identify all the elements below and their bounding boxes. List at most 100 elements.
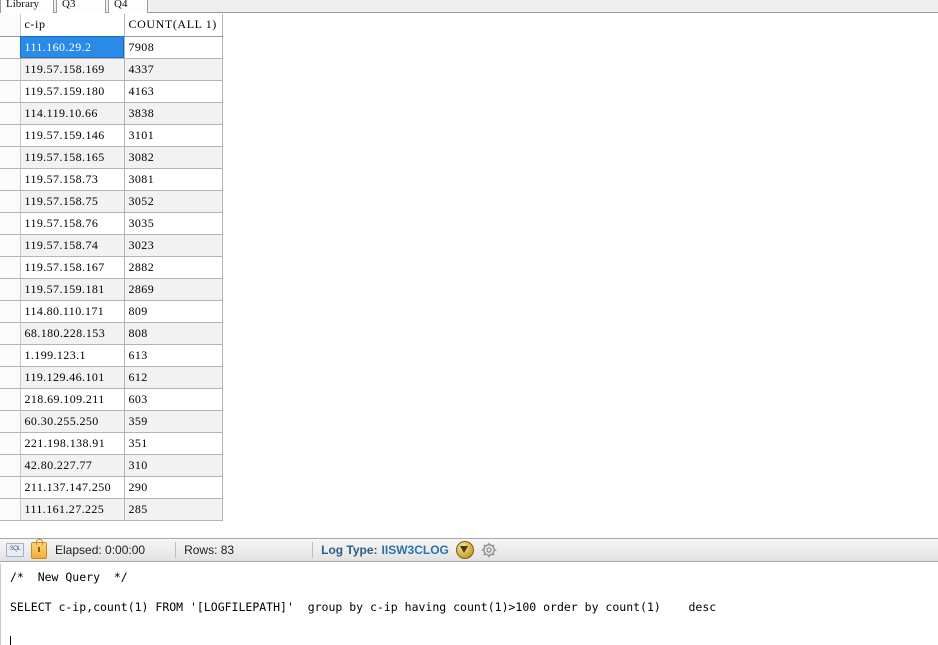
cell-c-ip[interactable]: 68.180.228.153 (20, 322, 125, 345)
cell-c-ip[interactable]: 111.160.29.2 (20, 36, 125, 59)
cell-c-ip[interactable]: 119.57.158.73 (20, 168, 125, 191)
cell-c-ip[interactable]: 119.57.158.74 (20, 234, 125, 257)
row-gutter-cell[interactable] (0, 278, 21, 301)
row-gutter-cell[interactable] (0, 58, 21, 81)
cell-count[interactable]: 359 (124, 410, 223, 433)
cell-c-ip[interactable]: 119.57.158.169 (20, 58, 125, 81)
row-gutter-cell[interactable] (0, 454, 21, 477)
row-gutter-cell[interactable] (0, 322, 21, 345)
table-row[interactable]: 119.57.158.76 3035 (0, 212, 223, 235)
cell-count[interactable]: 3035 (124, 212, 223, 235)
cell-c-ip[interactable]: 221.198.138.91 (20, 432, 125, 455)
table-row[interactable]: 221.198.138.91 351 (0, 432, 223, 455)
row-gutter-cell[interactable] (0, 146, 21, 169)
row-gutter-cell[interactable] (0, 36, 21, 59)
cell-count[interactable]: 612 (124, 366, 223, 389)
cell-count[interactable]: 603 (124, 388, 223, 411)
cell-count[interactable]: 3023 (124, 234, 223, 257)
cell-c-ip[interactable]: 211.137.147.250 (20, 476, 125, 499)
tab-q3[interactable]: Q3 (56, 0, 106, 13)
row-gutter-cell[interactable] (0, 498, 21, 521)
row-gutter-cell[interactable] (0, 256, 21, 279)
row-gutter-cell[interactable] (0, 300, 21, 323)
table-row[interactable]: 114.119.10.66 3838 (0, 102, 223, 125)
cell-c-ip[interactable]: 119.57.159.181 (20, 278, 125, 301)
cell-count[interactable]: 3082 (124, 146, 223, 169)
cell-c-ip[interactable]: 42.80.227.77 (20, 454, 125, 477)
cell-c-ip[interactable]: 119.57.158.167 (20, 256, 125, 279)
cell-c-ip[interactable]: 119.57.159.146 (20, 124, 125, 147)
sql-editor[interactable]: /* New Query */ SELECT c-ip,count(1) FRO… (0, 563, 938, 645)
row-gutter-cell[interactable] (0, 432, 21, 455)
table-row[interactable]: 218.69.109.211 603 (0, 388, 223, 411)
table-row[interactable]: 111.160.29.2 7908 (0, 36, 223, 59)
gear-icon[interactable] (481, 542, 497, 558)
row-gutter-cell[interactable] (0, 190, 21, 213)
cell-c-ip[interactable]: 60.30.255.250 (20, 410, 125, 433)
row-gutter-cell[interactable] (0, 234, 21, 257)
download-arrow-icon[interactable] (455, 541, 474, 559)
table-row[interactable]: 119.57.158.169 4337 (0, 58, 223, 81)
table-row[interactable]: 119.57.158.74 3023 (0, 234, 223, 257)
cell-c-ip[interactable]: 119.57.158.76 (20, 212, 125, 235)
cell-count[interactable]: 4337 (124, 58, 223, 81)
table-row[interactable]: 211.137.147.250 290 (0, 476, 223, 499)
tab-q4[interactable]: Q4 (108, 0, 148, 13)
table-row[interactable]: 119.57.158.167 2882 (0, 256, 223, 279)
tab-library[interactable]: Library (0, 0, 54, 13)
cell-count[interactable]: 809 (124, 300, 223, 323)
cell-count[interactable]: 2882 (124, 256, 223, 279)
table-row[interactable]: 119.57.159.181 2869 (0, 278, 223, 301)
cell-c-ip[interactable]: 119.57.158.165 (20, 146, 125, 169)
row-gutter-cell[interactable] (0, 80, 21, 103)
table-row[interactable]: 60.30.255.250 359 (0, 410, 223, 433)
cell-c-ip[interactable]: 218.69.109.211 (20, 388, 125, 411)
table-row[interactable]: 119.129.46.101 612 (0, 366, 223, 389)
cell-count[interactable]: 3838 (124, 102, 223, 125)
cell-c-ip[interactable]: 119.57.159.180 (20, 80, 125, 103)
cell-count[interactable]: 310 (124, 454, 223, 477)
cell-count[interactable]: 3081 (124, 168, 223, 191)
row-gutter-cell[interactable] (0, 366, 21, 389)
table-row[interactable]: 119.57.158.165 3082 (0, 146, 223, 169)
cell-count[interactable]: 351 (124, 432, 223, 455)
cell-count[interactable]: 285 (124, 498, 223, 521)
table-row[interactable]: 68.180.228.153 808 (0, 322, 223, 345)
table-row[interactable]: 114.80.110.171 809 (0, 300, 223, 323)
table-row[interactable]: 1.199.123.1 613 (0, 344, 223, 367)
cell-c-ip[interactable]: 111.161.27.225 (20, 498, 125, 521)
cell-count[interactable]: 613 (124, 344, 223, 367)
row-gutter-header (0, 14, 21, 37)
row-gutter-cell[interactable] (0, 410, 21, 433)
table-row[interactable]: 42.80.227.77 310 (0, 454, 223, 477)
row-gutter-cell[interactable] (0, 124, 21, 147)
cell-count[interactable]: 4163 (124, 80, 223, 103)
cell-c-ip[interactable]: 114.119.10.66 (20, 102, 125, 125)
table-row[interactable]: 119.57.159.180 4163 (0, 80, 223, 103)
column-header-c-ip[interactable]: c-ip (20, 14, 125, 37)
log-type-value[interactable]: IISW3CLOG (382, 543, 449, 557)
table-row[interactable]: 119.57.158.75 3052 (0, 190, 223, 213)
row-gutter-cell[interactable] (0, 212, 21, 235)
row-gutter-cell[interactable] (0, 388, 21, 411)
cell-count[interactable]: 7908 (124, 36, 223, 59)
lock-icon[interactable] (31, 538, 47, 559)
cell-c-ip[interactable]: 119.57.158.75 (20, 190, 125, 213)
cell-count[interactable]: 808 (124, 322, 223, 345)
results-grid[interactable]: c-ip COUNT(ALL 1) 111.160.29.2 7908 119.57… (0, 14, 938, 538)
table-row[interactable]: 111.161.27.225 285 (0, 498, 223, 521)
cell-count[interactable]: 2869 (124, 278, 223, 301)
cell-count[interactable]: 3052 (124, 190, 223, 213)
cell-c-ip[interactable]: 114.80.110.171 (20, 300, 125, 323)
row-gutter-cell[interactable] (0, 168, 21, 191)
column-header-count[interactable]: COUNT(ALL 1) (124, 14, 223, 37)
row-gutter-cell[interactable] (0, 102, 21, 125)
cell-count[interactable]: 290 (124, 476, 223, 499)
row-gutter-cell[interactable] (0, 476, 21, 499)
table-row[interactable]: 119.57.158.73 3081 (0, 168, 223, 191)
cell-count[interactable]: 3101 (124, 124, 223, 147)
row-gutter-cell[interactable] (0, 344, 21, 367)
table-row[interactable]: 119.57.159.146 3101 (0, 124, 223, 147)
cell-c-ip[interactable]: 1.199.123.1 (20, 344, 125, 367)
cell-c-ip[interactable]: 119.129.46.101 (20, 366, 125, 389)
